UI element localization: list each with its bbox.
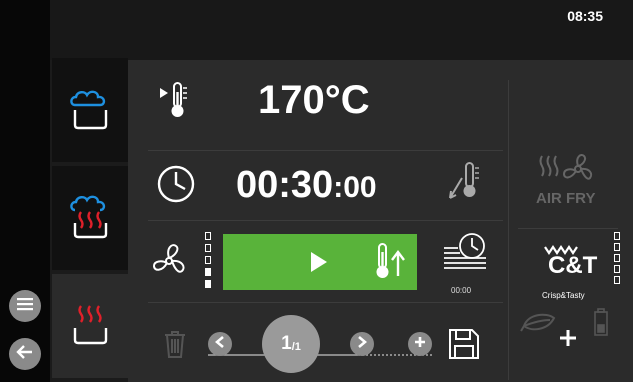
divider (148, 150, 503, 151)
crisp-level-step (614, 276, 620, 284)
plus-icon (414, 335, 426, 353)
pager-current: 1 (281, 333, 292, 354)
divider (518, 228, 618, 229)
fan-speed-step (205, 268, 211, 276)
fan-speed-step (205, 232, 211, 240)
divider (148, 302, 503, 303)
program-step-track (208, 343, 433, 356)
air-fry-icon (536, 152, 596, 193)
mode-steam[interactable] (52, 58, 128, 162)
previous-step-button[interactable] (208, 332, 232, 356)
combi-steam-heat-icon (65, 190, 115, 247)
divider (508, 80, 509, 380)
start-button[interactable] (223, 234, 417, 290)
temperature-up-icon (375, 242, 407, 287)
leaf-icon[interactable] (520, 312, 556, 341)
fan-icon[interactable] (148, 240, 190, 287)
crisp-level-step (614, 243, 620, 251)
crisp-tasty-label: Crisp&Tasty (542, 291, 585, 300)
chevron-right-icon (357, 335, 368, 353)
pager-total: /1 (291, 341, 301, 353)
menu-button[interactable] (9, 290, 41, 322)
menu-icon (17, 297, 33, 316)
timer-preset-value: 00:00 (451, 286, 472, 295)
mode-convection[interactable] (52, 274, 128, 378)
back-arrow-icon (16, 344, 34, 365)
crisp-tasty-logo: C&T (548, 252, 598, 279)
probe-switch-icon[interactable] (446, 160, 484, 209)
crisp-level-step (614, 232, 620, 240)
steam-cloud-icon (65, 83, 115, 138)
program-step-pager[interactable]: 1/1 (262, 315, 320, 373)
crisp-level-step (614, 254, 620, 262)
crisp-level-step (614, 265, 620, 273)
convection-heat-icon (65, 298, 115, 355)
divider (148, 220, 503, 221)
oven-control-screen: 08:35 170°C 00:30:00 00:00 1 /1 AIR FRY … (0, 0, 633, 382)
back-button[interactable] (9, 338, 41, 370)
play-icon (309, 251, 329, 278)
timer-preset-icon[interactable] (442, 232, 488, 277)
top-bar: 08:35 (0, 0, 633, 60)
time-seconds: :00 (333, 171, 377, 204)
clock-icon[interactable] (156, 164, 196, 209)
add-function-icon[interactable] (558, 328, 578, 353)
chevron-left-icon (214, 335, 225, 353)
save-icon[interactable] (448, 328, 480, 365)
left-nav-strip (0, 0, 50, 382)
add-step-button[interactable] (408, 332, 432, 356)
air-fry-button[interactable]: AIR FRY (526, 152, 608, 212)
battery-icon (594, 308, 608, 341)
temperature-value[interactable]: 170°C (258, 78, 370, 123)
parameter-panel: 170°C 00:30:00 00:00 1 /1 AIR FRY C&T Cr… (128, 60, 633, 382)
time-main: 00:30 (236, 164, 334, 206)
fan-speed-step (205, 256, 211, 264)
time-value[interactable]: 00:30:00 (236, 164, 377, 207)
next-step-button[interactable] (350, 332, 374, 356)
trash-icon[interactable] (164, 330, 186, 363)
crisp-tasty-button[interactable]: C&T Crisp&Tasty (528, 240, 604, 304)
mode-combi[interactable] (52, 166, 128, 270)
air-fry-label: AIR FRY (536, 190, 596, 207)
core-temperature-icon[interactable] (158, 80, 194, 125)
fan-speed-step (205, 280, 211, 288)
clock-display: 08:35 (567, 8, 603, 24)
fan-speed-step (205, 244, 211, 252)
